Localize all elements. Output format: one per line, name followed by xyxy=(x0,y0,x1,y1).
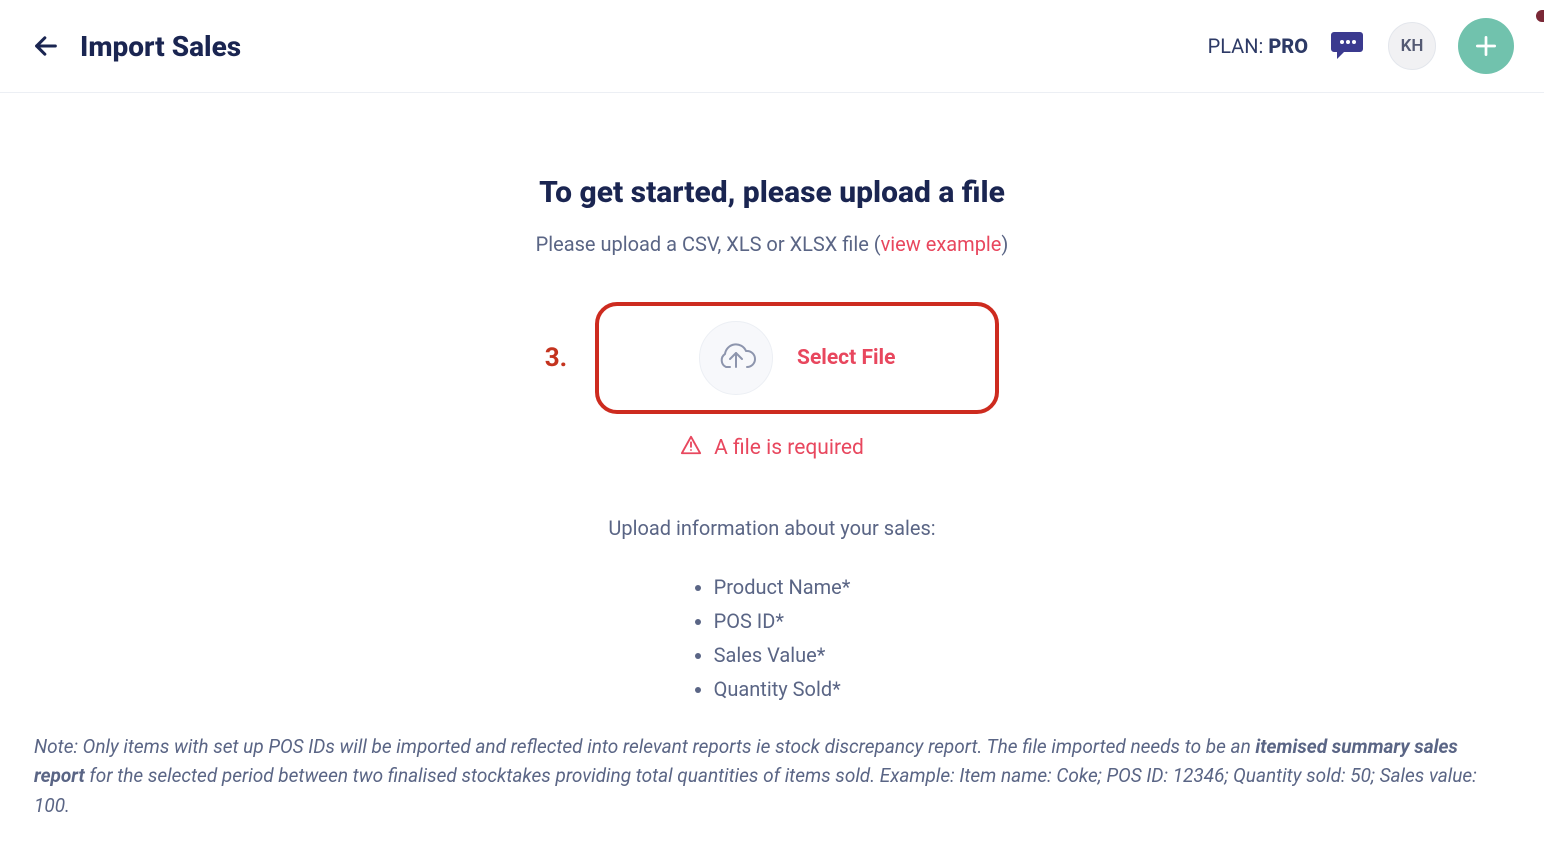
upload-info-line: Upload information about your sales: xyxy=(0,516,1544,540)
subtext-suffix: ) xyxy=(1001,232,1008,256)
select-file-label: Select File xyxy=(797,346,895,370)
chat-icon[interactable] xyxy=(1330,30,1366,62)
list-item: Quantity Sold* xyxy=(714,672,851,706)
file-required-error: A file is required xyxy=(0,434,1544,462)
subtext-prefix: Please upload a CSV, XLS or XLSX file ( xyxy=(536,232,881,256)
step-number: 3. xyxy=(545,343,567,373)
header: Import Sales PLAN: PRO KH xyxy=(0,0,1544,93)
page-title: Import Sales xyxy=(80,30,241,63)
back-arrow-icon[interactable] xyxy=(32,32,60,60)
warning-icon xyxy=(680,434,702,462)
cloud-upload-icon xyxy=(699,321,773,395)
requirements-list: Product Name* POS ID* Sales Value* Quant… xyxy=(694,570,851,706)
note-suffix: for the selected period between two fina… xyxy=(34,764,1477,816)
upload-row: 3. Select File xyxy=(0,302,1544,414)
plan-label: PLAN: xyxy=(1208,34,1269,58)
upload-subtext: Please upload a CSV, XLS or XLSX file (v… xyxy=(0,232,1544,256)
header-left: Import Sales xyxy=(32,30,241,63)
view-example-link[interactable]: view example xyxy=(881,232,1002,256)
list-item: Product Name* xyxy=(714,570,851,604)
edge-indicator xyxy=(1536,10,1544,22)
plan-value: PRO xyxy=(1268,34,1308,58)
list-item: POS ID* xyxy=(714,604,851,638)
select-file-box[interactable]: Select File xyxy=(595,302,999,414)
add-button[interactable] xyxy=(1458,18,1514,74)
main-content: To get started, please upload a file Ple… xyxy=(0,93,1544,706)
header-right: PLAN: PRO KH xyxy=(1208,18,1514,74)
error-text: A file is required xyxy=(714,436,864,460)
upload-headline: To get started, please upload a file xyxy=(0,175,1544,210)
note-prefix: Note: Only items with set up POS IDs wil… xyxy=(34,735,1255,758)
plan-badge: PLAN: PRO xyxy=(1208,34,1308,58)
list-item: Sales Value* xyxy=(714,638,851,672)
footer-note: Note: Only items with set up POS IDs wil… xyxy=(34,732,1510,820)
avatar[interactable]: KH xyxy=(1388,22,1436,70)
